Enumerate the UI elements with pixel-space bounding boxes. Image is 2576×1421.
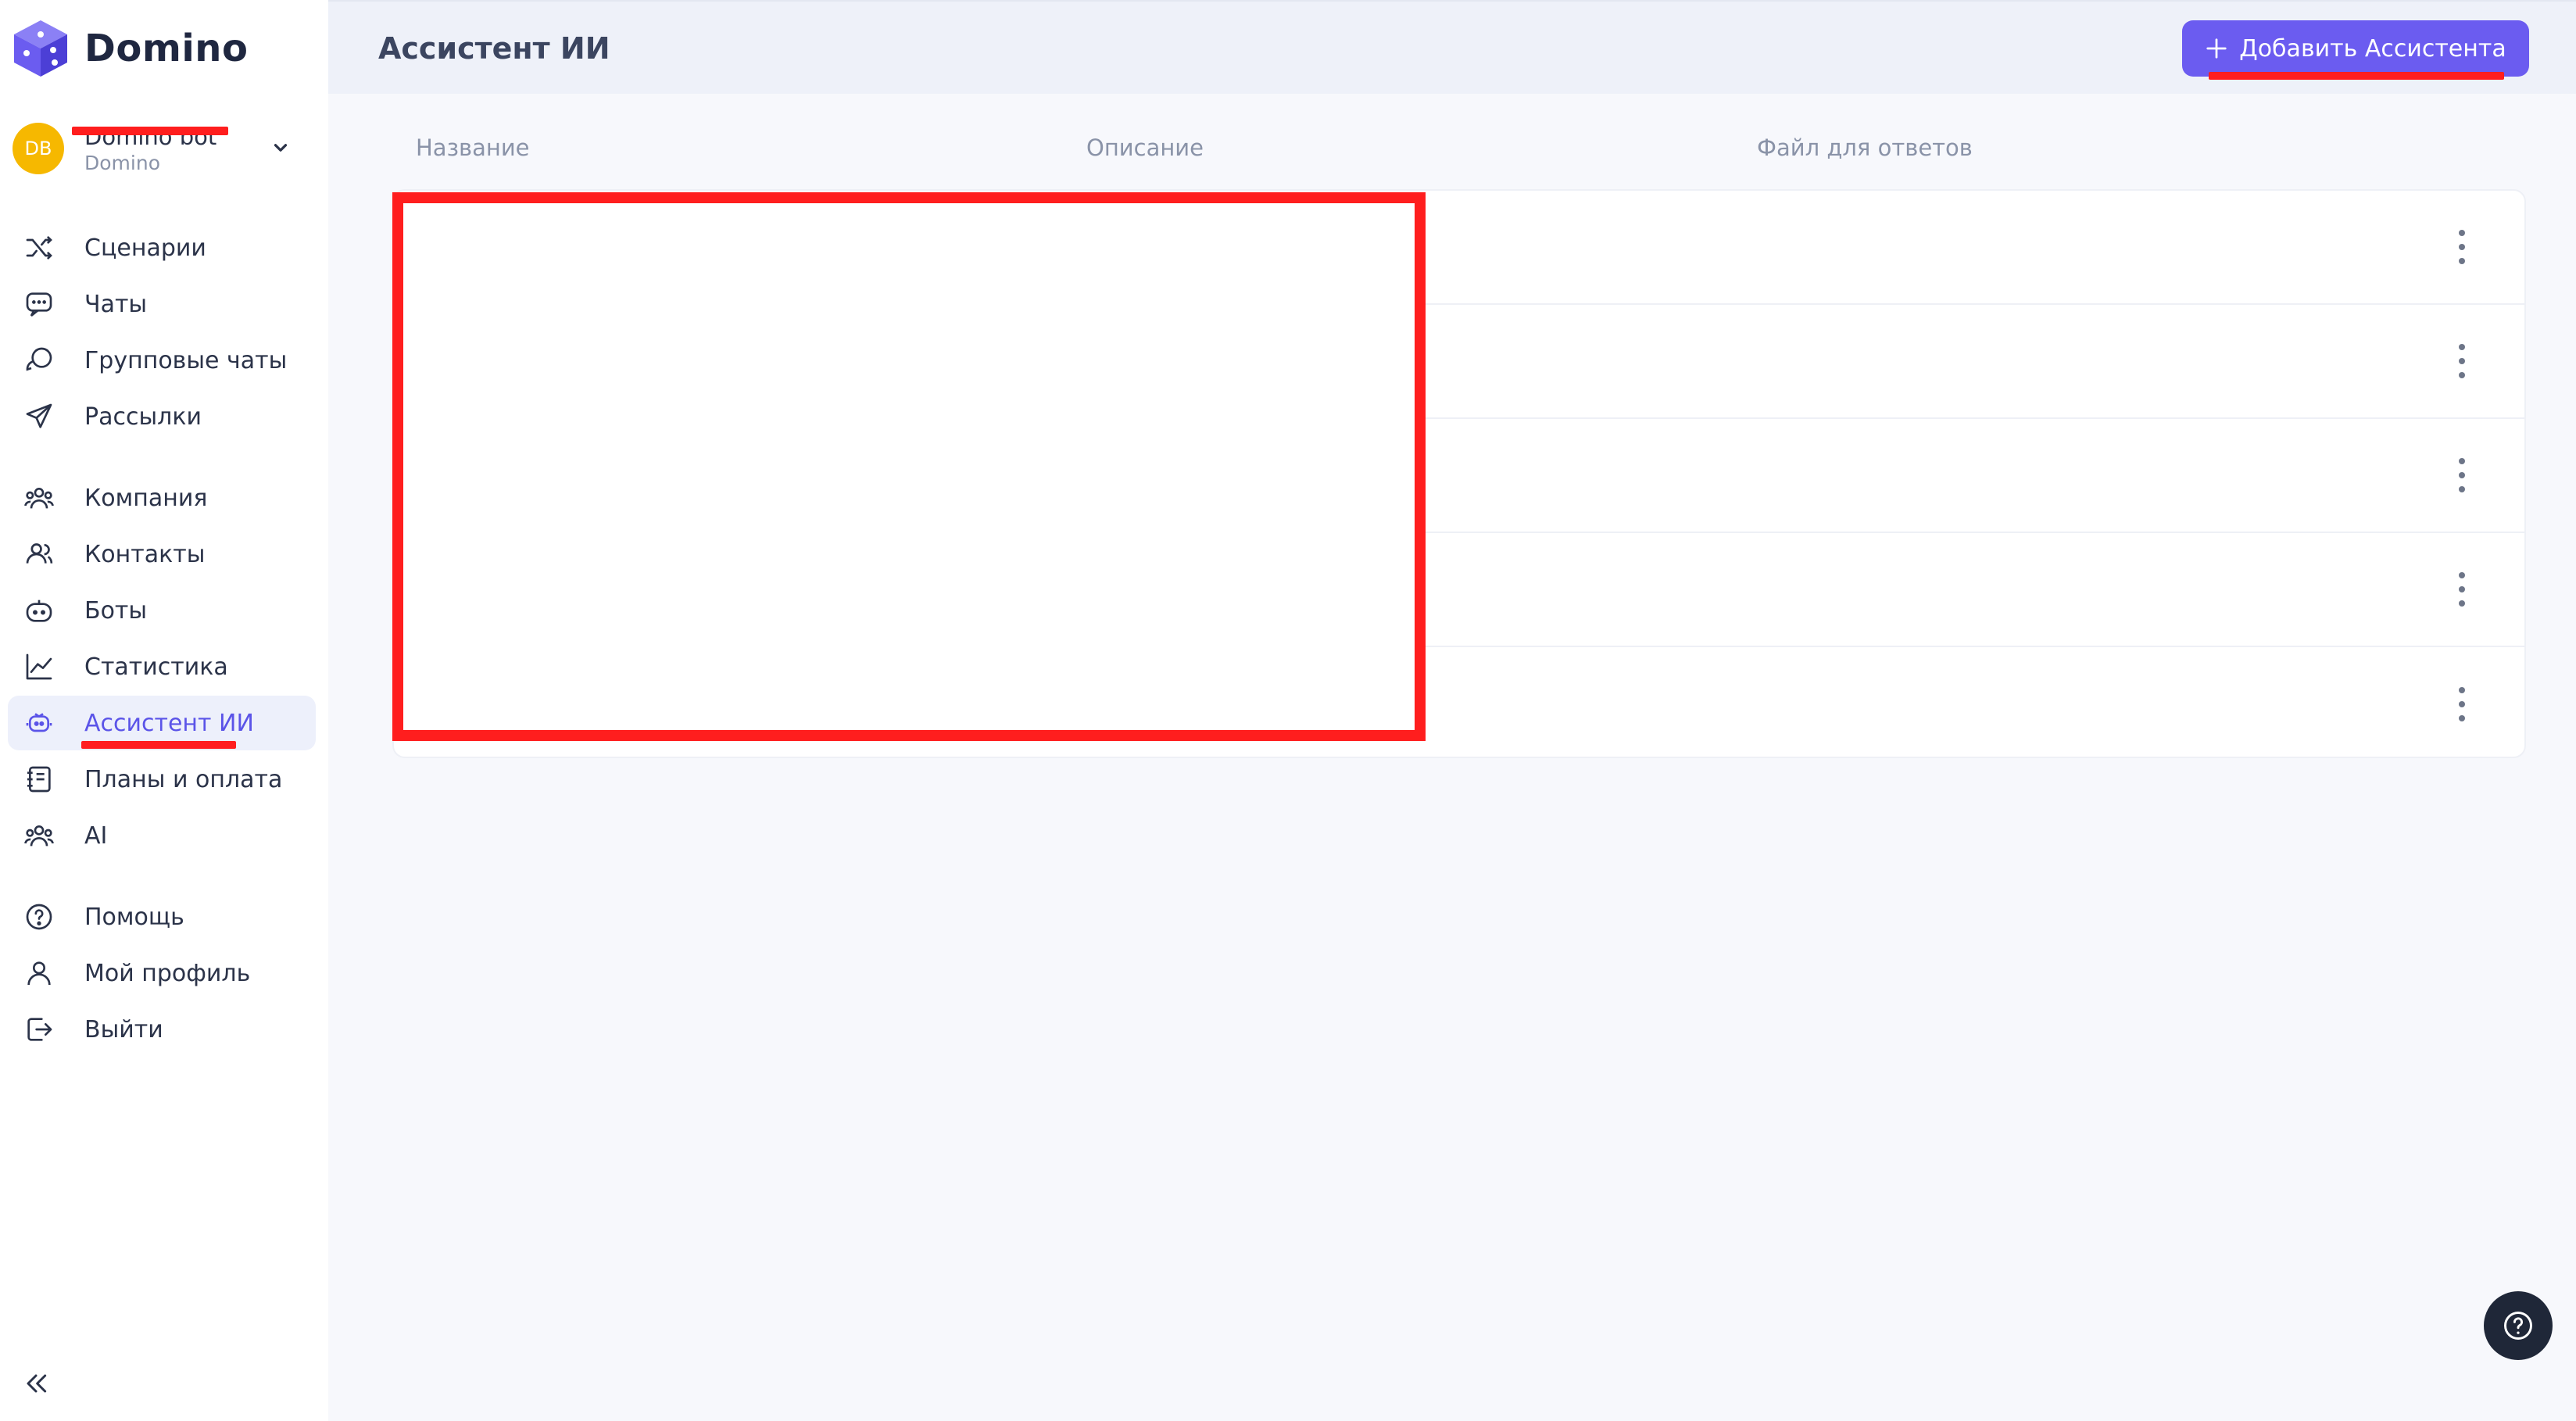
redaction-box [392,192,1426,741]
help-icon [23,901,55,932]
column-header-name: Название [416,134,530,161]
sidebar-item-statistics[interactable]: Статистика [8,639,316,694]
chat-icon [23,288,55,320]
collapse-sidebar-icon[interactable] [20,1368,52,1399]
contacts-icon [23,539,55,570]
sidebar-item-bots[interactable]: Боты [8,583,316,638]
brand-logo[interactable]: Domino [13,17,248,80]
sidebar-item-contacts[interactable]: Контакты [8,527,316,582]
billing-icon [23,764,55,795]
chart-icon [23,651,55,682]
add-assistant-label: Добавить Ассистента [2239,34,2506,63]
help-chat-button[interactable] [2484,1291,2553,1360]
shuffle-icon [23,232,55,263]
sidebar-item-billing[interactable]: Планы и оплата [8,752,316,807]
bot-icon [23,595,55,626]
sidebar-item-company[interactable]: Компания [8,471,316,525]
sidebar-item-label: Боты [84,596,148,625]
logout-icon [23,1014,55,1045]
more-options-icon[interactable] [2454,572,2470,607]
page-title: Ассистент ИИ [378,31,610,66]
sidebar-item-logout[interactable]: Выйти [8,1002,316,1057]
sidebar-item-group-chats[interactable]: Групповые чаты [8,333,316,388]
sidebar-item-label: Выйти [84,1015,163,1043]
sidebar-item-label: Планы и оплата [84,765,283,793]
chevron-down-icon [274,144,288,152]
send-icon [23,401,55,432]
assistant-icon [23,707,55,739]
more-options-icon[interactable] [2454,458,2470,492]
annotation-underline [81,741,236,749]
question-icon [2504,1312,2532,1340]
company-icon [23,482,55,514]
sidebar: Domino DB Domino bot Domino Сценарии Чат… [0,0,328,1421]
sidebar-item-label: Помощь [84,903,184,931]
sidebar-item-help[interactable]: Помощь [8,889,316,944]
sidebar-item-label: Чаты [84,290,148,318]
group-chat-icon [23,345,55,376]
brand-name: Domino [84,27,249,70]
sidebar-item-label: Статистика [84,653,228,681]
sidebar-item-chats[interactable]: Чаты [8,277,316,331]
more-options-icon[interactable] [2454,230,2470,264]
more-options-icon[interactable] [2454,344,2470,378]
sidebar-item-label: Сценарии [84,234,206,262]
sidebar-item-label: Групповые чаты [84,346,288,374]
sidebar-item-label: Мой профиль [84,959,251,987]
cube-logo-icon [14,20,67,77]
column-header-description: Описание [1086,134,1204,161]
page-header: Ассистент ИИ Добавить Ассистента [328,0,2576,94]
account-subtitle: Domino [84,152,160,174]
sidebar-item-scenarios[interactable]: Сценарии [8,220,316,275]
avatar: DB [13,123,64,174]
sidebar-item-mailings[interactable]: Рассылки [8,389,316,444]
sidebar-item-label: Компания [84,484,208,512]
sidebar-item-label: Рассылки [84,403,202,431]
sidebar-item-profile[interactable]: Мой профиль [8,946,316,1000]
ai-icon [23,820,55,851]
add-assistant-button[interactable]: Добавить Ассистента [2182,20,2529,77]
sidebar-item-label: Ассистент ИИ [84,709,254,737]
sidebar-item-ai[interactable]: AI [8,808,316,863]
redaction-strike [72,127,228,135]
user-icon [23,957,55,989]
annotation-underline [2209,72,2504,80]
column-header-file: Файл для ответов [1757,134,1973,161]
plus-icon [2206,38,2227,59]
sidebar-item-label: AI [84,821,108,850]
sidebar-item-label: Контакты [84,540,206,568]
more-options-icon[interactable] [2454,687,2470,721]
